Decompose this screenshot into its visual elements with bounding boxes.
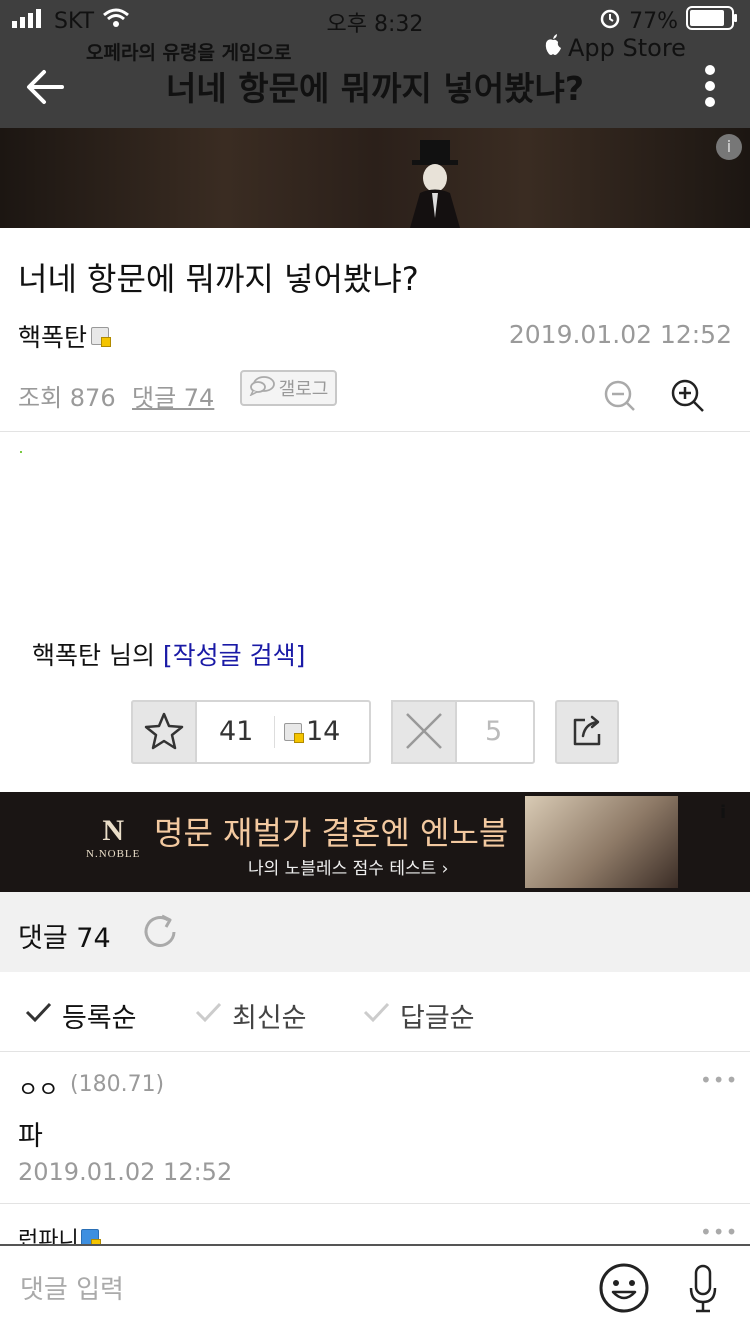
ad-logo-mark: N xyxy=(102,814,125,847)
divider xyxy=(0,431,750,432)
sort-reply[interactable]: 답글순 xyxy=(362,996,475,1035)
divider xyxy=(0,1203,750,1204)
ad-subtext: 나의 노블레스 점수 테스트 › xyxy=(248,859,449,879)
sort-label: 최신순 xyxy=(232,1003,307,1034)
x-icon xyxy=(406,713,442,749)
more-vertical-icon[interactable] xyxy=(704,64,716,108)
not-recommend-count: 5 xyxy=(485,716,503,747)
ad-photo xyxy=(525,796,678,888)
comments-count: 댓글 74 xyxy=(18,923,111,954)
zoom-in-icon[interactable] xyxy=(670,378,706,414)
app-store-text: App Store xyxy=(568,34,686,62)
comment-ip: (180.71) xyxy=(70,1072,165,1097)
image-placeholder xyxy=(20,451,22,453)
ad-logo: N N.NOBLE xyxy=(86,814,140,860)
check-icon xyxy=(24,1000,52,1031)
battery-icon xyxy=(686,6,738,36)
comments-header xyxy=(0,892,750,972)
view-count: 조회 876 xyxy=(18,384,116,412)
comment-input[interactable] xyxy=(18,1268,582,1312)
gallog-label: 갤로그 xyxy=(278,379,329,400)
sort-label: 답글순 xyxy=(400,1003,475,1034)
comment-date: 2019.01.02 12:52 xyxy=(18,1158,233,1186)
back-arrow-icon[interactable] xyxy=(22,64,68,110)
comment-more-icon[interactable]: ••• xyxy=(700,1068,738,1092)
ad-info-icon[interactable]: i xyxy=(720,802,726,823)
microphone-icon[interactable] xyxy=(688,1264,718,1314)
author-name[interactable]: 핵폭탄 xyxy=(18,318,87,354)
alarm-icon xyxy=(599,7,621,35)
sort-registered[interactable]: 등록순 xyxy=(24,996,137,1035)
comment-body: 파 xyxy=(18,1121,43,1152)
phantom-figure-icon xyxy=(390,138,480,228)
share-icon xyxy=(573,715,601,746)
author-search-line: 핵폭탄 님의 [작성글 검색] xyxy=(32,636,305,672)
nav-title: 너네 항문에 뭐까지 넣어봤냐? xyxy=(166,69,584,108)
banner-text: 오페라의 유령을 게임으로 xyxy=(86,42,292,64)
fixed-member-badge-icon xyxy=(284,722,304,743)
post-title: 너네 항문에 뭐까지 넣어봤냐? xyxy=(18,260,419,298)
battery-percent: 77% xyxy=(629,8,678,34)
check-icon xyxy=(194,1000,222,1031)
fixed-recommend: 14 xyxy=(284,716,340,747)
comment-count-link[interactable]: 댓글 74 xyxy=(132,378,214,413)
apple-icon xyxy=(544,34,562,62)
search-prefix: 핵폭탄 님의 xyxy=(32,641,163,670)
star-icon xyxy=(144,712,184,750)
gallog-button[interactable]: 갤로그 xyxy=(240,370,337,406)
comment-more-icon[interactable]: ••• xyxy=(700,1220,738,1244)
post-date: 2019.01.02 12:52 xyxy=(508,320,732,349)
sort-label: 등록순 xyxy=(62,1003,137,1034)
author-search-link[interactable]: [작성글 검색] xyxy=(163,641,305,670)
status-right: 77% xyxy=(599,6,738,36)
fixed-recommend-count: 14 xyxy=(306,716,341,747)
emoji-icon[interactable] xyxy=(598,1262,650,1314)
refresh-icon[interactable] xyxy=(138,910,182,954)
promo-banner[interactable] xyxy=(0,128,750,228)
vote-separator xyxy=(274,716,275,748)
speech-bubble-icon xyxy=(248,375,275,401)
app-store-label: App Store xyxy=(544,34,686,62)
ad-logo-text: N.NOBLE xyxy=(86,848,141,860)
recommend-count: 41 xyxy=(219,716,254,747)
recommend-button[interactable] xyxy=(131,700,197,764)
share-button[interactable] xyxy=(555,700,619,764)
comment-author[interactable]: ㅇㅇ xyxy=(18,1072,58,1104)
divider xyxy=(0,1051,750,1052)
check-icon xyxy=(362,1000,390,1031)
member-badge-icon xyxy=(91,327,112,347)
zoom-out-icon[interactable] xyxy=(604,380,636,412)
post-author[interactable]: 핵폭탄 xyxy=(18,318,112,354)
ad-info-icon[interactable]: i xyxy=(716,134,742,160)
sort-newest[interactable]: 최신순 xyxy=(194,996,307,1035)
not-recommend-button[interactable] xyxy=(391,700,457,764)
ad-headline: 명문 재벌가 결혼엔 엔노블 xyxy=(154,814,509,852)
